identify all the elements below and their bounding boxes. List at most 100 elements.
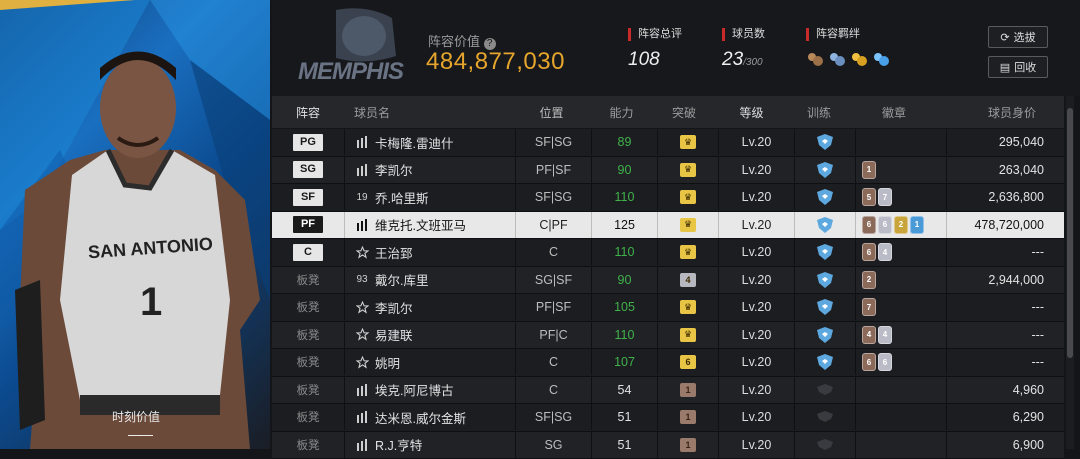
player-ability: 110: [592, 245, 657, 259]
bonds-stat: 阵容羁绊: [806, 28, 890, 67]
bond-icon-bronze[interactable]: [806, 51, 824, 67]
table-row[interactable]: C王治郅C110♛Lv.2064---: [272, 239, 1064, 267]
player-ability: 89: [592, 135, 657, 149]
training-inactive-icon: [815, 382, 835, 398]
table-row[interactable]: 板凳R.J.亨特SG511Lv.206,900: [272, 432, 1064, 459]
player-name-cell[interactable]: R.J.亨特: [345, 435, 515, 454]
player-name-cell[interactable]: 王治郅: [345, 243, 515, 262]
player-ability: 105: [592, 300, 657, 314]
table-row[interactable]: PG卡梅隆.雷迪什SF|SG89♛Lv.20295,040: [272, 129, 1064, 157]
badge-silver: 6: [878, 216, 892, 234]
table-row[interactable]: 板凳93戴尔.库里SG|SF904Lv.2022,944,000: [272, 267, 1064, 295]
lineup-slot: C: [272, 244, 344, 261]
badge-silver: 6: [878, 353, 892, 371]
badge-bronze: 2: [862, 271, 876, 289]
training-cell[interactable]: [795, 244, 855, 260]
select-button[interactable]: ⟳选拔: [988, 26, 1048, 48]
star-icon: [355, 245, 369, 259]
bench-label: 板凳: [297, 440, 320, 452]
badges-cell: 57: [856, 188, 946, 206]
training-cell[interactable]: [795, 217, 855, 233]
recycle-button[interactable]: ▤回收: [988, 56, 1048, 78]
player-name-cell[interactable]: 19乔.哈里斯: [345, 188, 515, 207]
breakthrough-cell: ♛: [658, 135, 718, 149]
table-row[interactable]: 板凳李凯尔PF|SF105♛Lv.207---: [272, 294, 1064, 322]
player-name: 李凯尔: [375, 298, 413, 317]
table-row[interactable]: 板凳达米恩.威尔金斯SF|SG511Lv.206,290: [272, 404, 1064, 432]
table-row[interactable]: 板凳埃克.阿尼博古C541Lv.204,960: [272, 377, 1064, 405]
table-row[interactable]: SG李凯尔PF|SF90♛Lv.201263,040: [272, 157, 1064, 185]
training-cell[interactable]: [795, 162, 855, 178]
crown-icon: ♛: [680, 135, 696, 149]
lineup-slot: 板凳: [272, 409, 344, 425]
badges-cell: 6621: [856, 216, 946, 234]
badge-blue: 1: [910, 216, 924, 234]
training-cell[interactable]: [795, 134, 855, 150]
table-row[interactable]: 板凳易建联PF|C110♛Lv.2044---: [272, 322, 1064, 350]
player-value: 6,900: [947, 438, 1062, 452]
player-name-cell[interactable]: 维克托.文班亚马: [345, 215, 515, 234]
training-shield-icon: [815, 354, 835, 370]
bench-label: 板凳: [297, 330, 320, 342]
player-level: Lv.20: [719, 135, 794, 149]
player-name-cell[interactable]: 李凯尔: [345, 160, 515, 179]
training-inactive-icon: [815, 437, 835, 453]
training-cell[interactable]: [795, 327, 855, 343]
player-value: 263,040: [947, 163, 1062, 177]
training-cell[interactable]: [795, 382, 855, 398]
player-card[interactable]: SAN ANTONIO 1 时刻价值 ——: [0, 0, 270, 449]
player-name-cell[interactable]: 达米恩.威尔金斯: [345, 408, 515, 427]
bond-icon-blue[interactable]: [828, 51, 846, 67]
breakthrough-cell: ♛: [658, 190, 718, 204]
training-cell[interactable]: [795, 189, 855, 205]
breakthrough-badge: 6: [680, 355, 696, 369]
crown-icon: ♛: [680, 300, 696, 314]
badge-silver: 7: [878, 188, 892, 206]
breakthrough-badge: 1: [680, 383, 696, 397]
bond-icon-gold[interactable]: [850, 51, 868, 67]
players-max: /300: [743, 57, 762, 68]
training-cell[interactable]: [795, 437, 855, 453]
table-row[interactable]: 板凳姚明C1076Lv.2066---: [272, 349, 1064, 377]
col-player-value: 球员身价: [939, 104, 1054, 121]
player-level: Lv.20: [719, 245, 794, 259]
jersey-number: 1: [140, 280, 162, 325]
player-name-cell[interactable]: 卡梅隆.雷迪什: [345, 133, 515, 152]
table-row[interactable]: SF19乔.哈里斯SF|SG110♛Lv.20572,636,800: [272, 184, 1064, 212]
lineup-slot: SG: [272, 161, 344, 178]
table-header: 阵容 球员名 位置 能力 突破 等级 训练 徽章 球员身价: [272, 96, 1064, 128]
breakthrough-badge: 1: [680, 410, 696, 424]
col-badges: 徽章: [849, 104, 939, 121]
document-icon: ▤: [1000, 61, 1010, 74]
player-name-cell[interactable]: 93戴尔.库里: [345, 270, 515, 289]
badges-cell: 66: [856, 353, 946, 371]
bench-label: 板凳: [297, 302, 320, 314]
col-position: 位置: [514, 104, 589, 121]
player-name-cell[interactable]: 李凯尔: [345, 298, 515, 317]
table-row[interactable]: PF维克托.文班亚马C|PF125♛Lv.206621478,720,000: [272, 212, 1064, 240]
rating-label: 阵容总评: [628, 28, 682, 41]
lineup-value: 484,877,030: [426, 48, 565, 76]
player-name-cell[interactable]: 埃克.阿尼博古: [345, 380, 515, 399]
col-player-name: 球员名: [344, 104, 514, 121]
jersey-number-icon: 93: [355, 273, 369, 287]
player-name-cell[interactable]: 易建联: [345, 325, 515, 344]
table-scroll-thumb[interactable]: [1067, 108, 1073, 358]
col-breakthrough: 突破: [654, 104, 714, 121]
training-cell[interactable]: [795, 409, 855, 425]
player-position: PF|SF: [516, 300, 591, 314]
training-cell[interactable]: [795, 272, 855, 288]
col-ability: 能力: [589, 104, 654, 121]
star-icon: [355, 300, 369, 314]
breakthrough-badge: 1: [680, 438, 696, 452]
player-level: Lv.20: [719, 355, 794, 369]
player-name: 姚明: [375, 353, 400, 372]
training-cell[interactable]: [795, 354, 855, 370]
player-name-cell[interactable]: 姚明: [345, 353, 515, 372]
training-cell[interactable]: [795, 299, 855, 315]
bond-icon-lightblue[interactable]: [872, 51, 890, 67]
lineup-slot: 板凳: [272, 354, 344, 370]
badge-silver: 4: [878, 326, 892, 344]
player-ability: 110: [592, 190, 657, 204]
player-ability: 51: [592, 410, 657, 424]
